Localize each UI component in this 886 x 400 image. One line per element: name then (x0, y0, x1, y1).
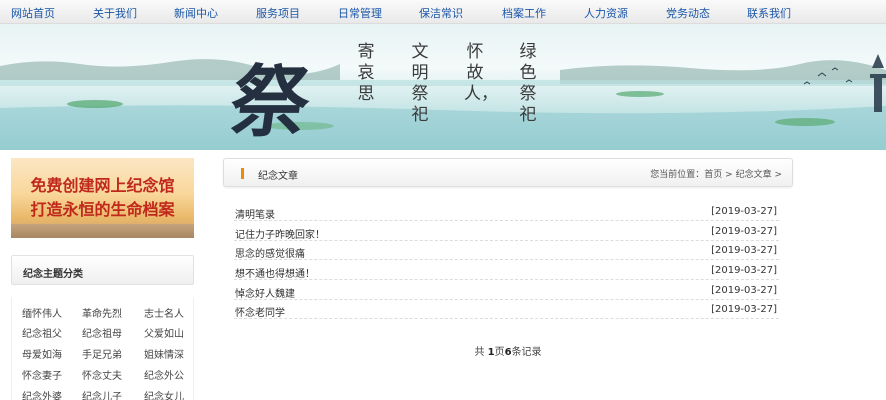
category-link[interactable]: 纪念女儿 (144, 388, 184, 400)
article-title[interactable]: 记住力子昨晚回家！ (235, 226, 325, 241)
pager-page-count: 1 (487, 347, 495, 358)
article-row: 想不通也得想通！ [2019-03-27] (234, 260, 779, 280)
nav-daily-management[interactable]: 日常管理 (338, 5, 382, 21)
banner-big-character: 祭 (224, 57, 316, 148)
breadcrumb-current[interactable]: 纪念文章 (736, 170, 772, 180)
banner: 祭 绿色祭祀 怀故人， 文明祭祀 寄哀思 (0, 24, 886, 150)
breadcrumb-separator: > (771, 170, 782, 180)
pager-suffix: 条记录 (511, 347, 542, 358)
category-link[interactable]: 怀念妻子 (22, 367, 62, 382)
banner-poem-column-4: 寄哀思 (357, 42, 375, 104)
category-link[interactable]: 纪念祖父 (22, 325, 62, 340)
pager-record-count: 6 (504, 347, 512, 358)
category-link[interactable]: 革命先烈 (82, 305, 122, 320)
category-link[interactable]: 志士名人 (144, 305, 184, 320)
article-title[interactable]: 怀念老同学 (235, 304, 285, 319)
promo-line-1: 免费创建网上纪念馆 (30, 176, 175, 195)
breadcrumb-home[interactable]: 首页 (704, 170, 722, 180)
pager-prefix: 共 (474, 347, 488, 358)
banner-poem-column-2: 怀故人， (464, 42, 498, 104)
article-title[interactable]: 想不通也得想通！ (235, 265, 315, 280)
category-link[interactable]: 手足兄弟 (82, 346, 122, 361)
banner-poem-column-1: 绿色祭祀 (519, 42, 537, 125)
category-link[interactable]: 母爱如海 (22, 346, 62, 361)
category-header: 纪念主题分类 (11, 255, 194, 285)
nav-services[interactable]: 服务项目 (256, 5, 300, 21)
article-row: 思念的感觉很痛 [2019-03-27] (234, 240, 779, 260)
article-date: [2019-03-27] (711, 206, 777, 217)
banner-landscape (0, 54, 886, 150)
article-date: [2019-03-27] (711, 304, 777, 315)
banner-poem-column-3: 文明祭祀 (411, 42, 429, 125)
pager-mid: 页 (494, 347, 505, 358)
top-navigation: 网站首页 关于我们 新闻中心 服务项目 日常管理 保洁常识 档案工作 人力资源 … (0, 0, 886, 24)
article-row: 悼念好人魏建 [2019-03-27] (234, 280, 779, 300)
breadcrumb-separator: > (722, 170, 736, 180)
nav-home[interactable]: 网站首页 (11, 5, 55, 21)
category-link[interactable]: 纪念外婆 (22, 388, 62, 400)
article-title[interactable]: 悼念好人魏建 (235, 285, 295, 300)
breadcrumb: 您当前位置：首页 > 纪念文章 > (650, 167, 782, 180)
article-date: [2019-03-27] (711, 226, 777, 237)
nav-archives[interactable]: 档案工作 (502, 5, 546, 21)
category-list: 缅怀伟人 革命先烈 志士名人 纪念祖父 纪念祖母 父爱如山 母爱如海 手足兄弟 … (11, 297, 194, 400)
promo-landscape (11, 224, 194, 238)
article-row: 清明笔录 [2019-03-27] (234, 201, 779, 221)
category-title: 纪念主题分类 (23, 269, 83, 280)
category-link[interactable]: 纪念外公 (144, 367, 184, 382)
category-link[interactable]: 纪念儿子 (82, 388, 122, 400)
article-panel-header: 纪念文章 您当前位置：首页 > 纪念文章 > (223, 158, 793, 187)
section-marker-icon (241, 168, 244, 179)
promo-line-2: 打造永恒的生命档案 (30, 200, 175, 219)
nav-cleaning-tips[interactable]: 保洁常识 (419, 5, 463, 21)
article-title[interactable]: 思念的感觉很痛 (235, 245, 305, 260)
nav-news[interactable]: 新闻中心 (174, 5, 218, 21)
pagination-summary: 共 1页6条记录 (223, 343, 793, 358)
nav-about[interactable]: 关于我们 (93, 5, 137, 21)
category-link[interactable]: 姐妹情深 (144, 346, 184, 361)
memorial-promo-banner[interactable]: 免费创建网上纪念馆 打造永恒的生命档案 (11, 158, 194, 238)
article-date: [2019-03-27] (711, 265, 777, 276)
article-row: 怀念老同学 [2019-03-27] (234, 299, 779, 319)
article-title[interactable]: 清明笔录 (235, 206, 275, 221)
nav-party-news[interactable]: 党务动态 (666, 5, 710, 21)
section-title: 纪念文章 (258, 171, 298, 182)
category-link[interactable]: 怀念丈夫 (82, 367, 122, 382)
article-row: 记住力子昨晚回家！ [2019-03-27] (234, 221, 779, 241)
article-date: [2019-03-27] (711, 285, 777, 296)
category-link[interactable]: 缅怀伟人 (22, 305, 62, 320)
breadcrumb-prefix: 您当前位置： (650, 170, 705, 180)
nav-contact[interactable]: 联系我们 (747, 5, 791, 21)
article-date: [2019-03-27] (711, 245, 777, 256)
category-link[interactable]: 父爱如山 (144, 325, 184, 340)
category-link[interactable]: 纪念祖母 (82, 325, 122, 340)
nav-hr[interactable]: 人力资源 (584, 5, 628, 21)
